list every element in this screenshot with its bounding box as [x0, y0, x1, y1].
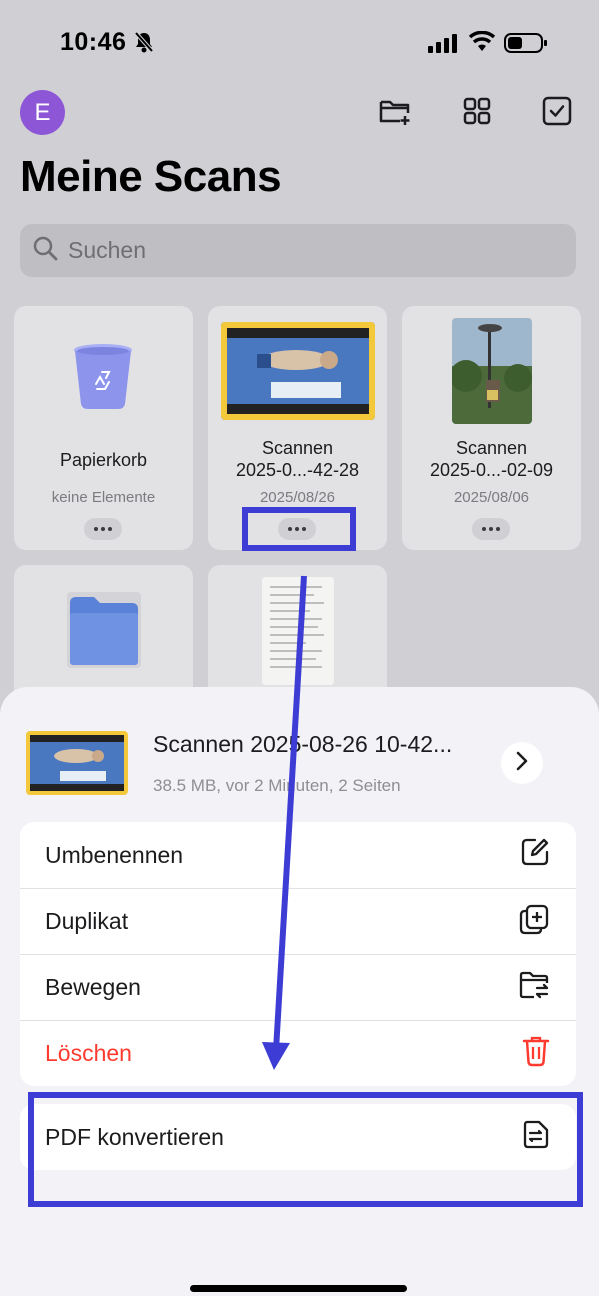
- battery-icon: [504, 33, 548, 58]
- card-name-line1: Scannen: [261, 438, 334, 458]
- grid-view-icon[interactable]: [460, 94, 494, 128]
- more-options-button[interactable]: [84, 518, 122, 540]
- new-folder-icon[interactable]: [378, 94, 412, 128]
- trash-bin-icon: [72, 342, 134, 415]
- sheet-thumbnail: [26, 731, 128, 795]
- highlight-box-more-button: [242, 507, 356, 551]
- trash-icon: [522, 1035, 550, 1073]
- sheet-file-meta: 38.5 MB, vor 2 Minuten, 2 Seiten: [153, 776, 401, 795]
- select-checkbox-icon[interactable]: [540, 94, 574, 128]
- card-date: 2025/08/26: [259, 489, 336, 506]
- action-menu: Umbenennen Duplikat Bewegen Löschen: [20, 822, 576, 1086]
- rename-action[interactable]: Umbenennen: [20, 822, 576, 888]
- duplicate-icon: [518, 903, 550, 941]
- sheet-file-title: Scannen 2025-08-26 10-42...: [153, 731, 453, 757]
- search-input[interactable]: Suchen: [20, 224, 576, 277]
- search-placeholder: Suchen: [68, 237, 147, 263]
- card-date: 2025/08/06: [453, 489, 530, 506]
- chevron-right-icon: [515, 751, 529, 776]
- status-time: 10:46: [60, 28, 127, 56]
- move-label: Bewegen: [45, 974, 141, 1000]
- trash-folder-card[interactable]: Papierkorb keine Elemente: [14, 306, 193, 550]
- folder-icon: [66, 591, 142, 674]
- scan-thumbnail: [262, 577, 334, 685]
- highlight-box-convert-pdf: [28, 1092, 583, 1207]
- search-icon: [32, 235, 58, 266]
- cellular-signal-icon: [428, 33, 460, 58]
- card-meta: keine Elemente: [51, 489, 156, 506]
- duplicate-label: Duplikat: [45, 908, 129, 934]
- move-action[interactable]: Bewegen: [20, 954, 576, 1020]
- page-title: Meine Scans: [20, 152, 282, 201]
- scan-thumbnail: [452, 318, 532, 424]
- delete-label: Löschen: [45, 1040, 132, 1066]
- card-name-line2: 2025-0...-42-28: [235, 460, 360, 480]
- home-indicator: [190, 1285, 407, 1292]
- scan-card[interactable]: Scannen 2025-0...-02-09 2025/08/06: [402, 306, 581, 550]
- move-folder-icon: [518, 970, 550, 1006]
- card-name: Papierkorb: [59, 450, 148, 470]
- rename-icon: [520, 837, 550, 873]
- card-name-line2: 2025-0...-02-09: [429, 460, 554, 480]
- open-details-button[interactable]: [501, 742, 543, 784]
- scan-thumbnail: [221, 322, 375, 420]
- card-name-line1: Scannen: [455, 438, 528, 458]
- status-bar: 10:46: [0, 0, 599, 86]
- duplicate-action[interactable]: Duplikat: [20, 888, 576, 954]
- silent-bell-icon: [134, 31, 154, 58]
- avatar[interactable]: E: [20, 90, 65, 135]
- rename-label: Umbenennen: [45, 841, 184, 868]
- delete-action[interactable]: Löschen: [20, 1020, 576, 1086]
- more-options-button[interactable]: [472, 518, 510, 540]
- wifi-icon: [468, 30, 496, 58]
